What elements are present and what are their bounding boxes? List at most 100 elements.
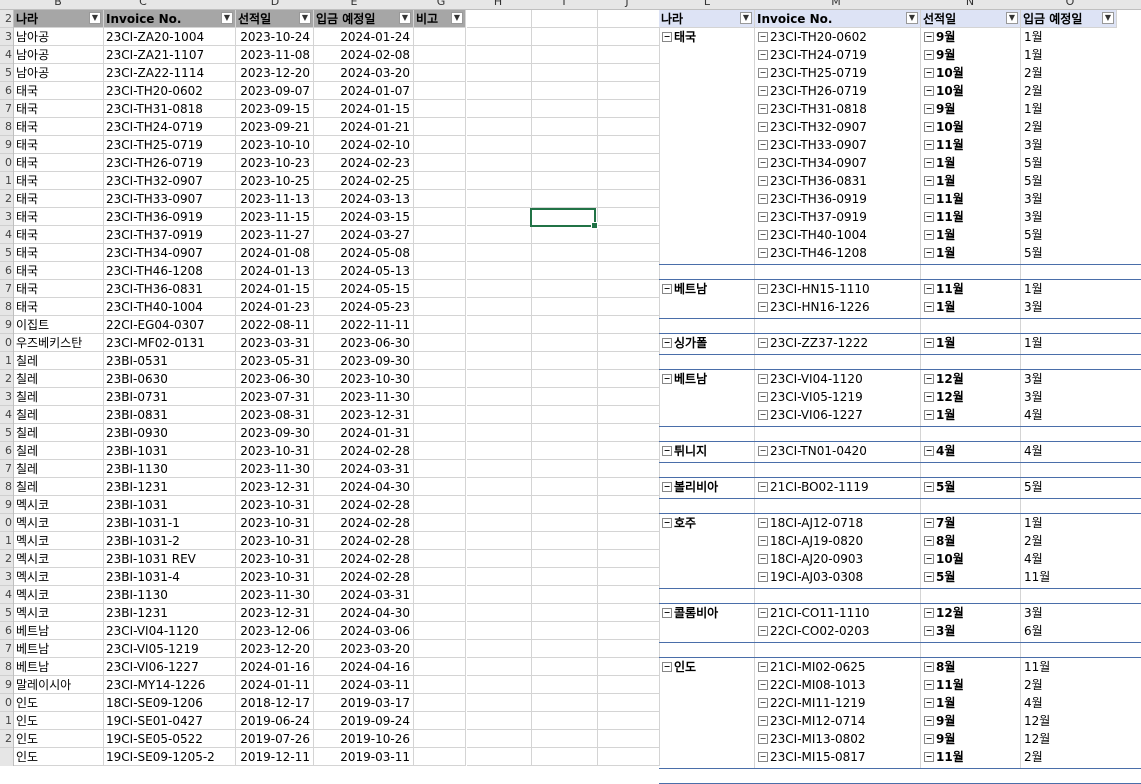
table-cell[interactable]: 23CI-VI05-1219 [104, 640, 236, 658]
row-number[interactable]: 0 [0, 514, 13, 532]
table-cell[interactable]: 23BI-0731 [104, 388, 236, 406]
pivot-header-1[interactable]: Invoice No. ▼ [755, 10, 921, 28]
table-cell[interactable]: 2024-03-20 [314, 64, 414, 82]
table-cell[interactable]: 23BI-1130 [104, 586, 236, 604]
table-cell[interactable] [414, 496, 466, 514]
pivot-ship-month[interactable]: −1월 [921, 226, 1021, 244]
row-number[interactable]: 4 [0, 586, 13, 604]
table-cell[interactable]: 2023-09-15 [236, 100, 314, 118]
table-cell[interactable]: 2024-02-28 [314, 568, 414, 586]
column-letter[interactable]: O [1060, 0, 1080, 8]
collapse-minus-icon[interactable]: − [758, 625, 768, 636]
pivot-ship-month[interactable]: −1월 [921, 298, 1021, 316]
pivot-payment-month[interactable]: 4월 [1021, 550, 1117, 568]
table-cell[interactable]: 칠레 [14, 370, 104, 388]
table-cell[interactable]: 태국 [14, 208, 104, 226]
collapse-minus-icon[interactable]: − [758, 85, 768, 96]
collapse-minus-icon[interactable]: − [924, 625, 934, 636]
pivot-payment-month[interactable]: 12월 [1021, 730, 1117, 748]
pivot-ship-month[interactable]: −7월 [921, 514, 1021, 532]
table-cell[interactable]: 2024-01-15 [314, 100, 414, 118]
table-cell[interactable]: 2019-07-26 [236, 730, 314, 748]
table-cell[interactable] [414, 316, 466, 334]
collapse-minus-icon[interactable]: − [758, 445, 768, 456]
table-cell[interactable]: 2023-11-15 [236, 208, 314, 226]
table-cell[interactable]: 2023-10-31 [236, 532, 314, 550]
left-header-4[interactable]: 비고 ▼ [414, 10, 466, 28]
table-cell[interactable]: 2023-12-31 [236, 478, 314, 496]
table-cell[interactable]: 2024-05-23 [314, 298, 414, 316]
table-cell[interactable]: 23BI-1031 [104, 442, 236, 460]
table-cell[interactable]: 2023-10-31 [236, 514, 314, 532]
table-cell[interactable]: 칠레 [14, 442, 104, 460]
pivot-payment-month[interactable]: 6월 [1021, 622, 1117, 640]
row-number[interactable]: 5 [0, 244, 13, 262]
table-cell[interactable]: 2024-03-27 [314, 226, 414, 244]
collapse-minus-icon[interactable]: − [758, 409, 768, 420]
pivot-ship-month[interactable]: −10월 [921, 64, 1021, 82]
row-number[interactable]: 1 [0, 172, 13, 190]
table-cell[interactable]: 2023-10-31 [236, 568, 314, 586]
row-number[interactable]: 9 [0, 136, 13, 154]
table-cell[interactable] [414, 442, 466, 460]
table-cell[interactable]: 18CI-SE09-1206 [104, 694, 236, 712]
table-cell[interactable] [414, 676, 466, 694]
collapse-minus-icon[interactable]: − [758, 31, 768, 42]
pivot-header-2[interactable]: 선적일 ▼ [921, 10, 1021, 28]
table-cell[interactable]: 23CI-TH25-0719 [104, 136, 236, 154]
pivot-invoice[interactable]: −23CI-TH20-0602 [755, 28, 921, 46]
table-cell[interactable]: 23BI-1031 REV [104, 550, 236, 568]
row-number[interactable]: 1 [0, 532, 13, 550]
table-cell[interactable]: 23CI-ZA22-1114 [104, 64, 236, 82]
collapse-minus-icon[interactable]: − [758, 697, 768, 708]
pivot-invoice[interactable]: −23CI-TH37-0919 [755, 208, 921, 226]
collapse-minus-icon[interactable]: − [758, 67, 768, 78]
pivot-payment-month[interactable]: 2월 [1021, 118, 1117, 136]
collapse-minus-icon[interactable]: − [924, 211, 934, 222]
pivot-payment-month[interactable]: 2월 [1021, 64, 1117, 82]
pivot-ship-month[interactable]: −1월 [921, 244, 1021, 262]
pivot-ship-month[interactable]: −12월 [921, 604, 1021, 622]
table-cell[interactable]: 베트남 [14, 622, 104, 640]
table-cell[interactable]: 23BI-1231 [104, 478, 236, 496]
pivot-ship-month[interactable]: −9월 [921, 730, 1021, 748]
row-number[interactable]: 9 [0, 316, 13, 334]
table-cell[interactable]: 2024-03-11 [314, 676, 414, 694]
pivot-payment-month[interactable]: 3월 [1021, 190, 1117, 208]
column-letter[interactable]: C [133, 0, 153, 8]
table-cell[interactable] [414, 532, 466, 550]
column-letter[interactable]: M [826, 0, 846, 8]
table-cell[interactable]: 23BI-1031-2 [104, 532, 236, 550]
table-cell[interactable]: 2024-02-10 [314, 136, 414, 154]
table-cell[interactable]: 남아공 [14, 64, 104, 82]
table-cell[interactable]: 2024-03-31 [314, 586, 414, 604]
table-cell[interactable]: 태국 [14, 244, 104, 262]
table-cell[interactable]: 23CI-MY14-1226 [104, 676, 236, 694]
table-cell[interactable]: 2024-01-13 [236, 262, 314, 280]
table-cell[interactable]: 2023-06-30 [314, 334, 414, 352]
table-cell[interactable]: 23BI-0930 [104, 424, 236, 442]
table-cell[interactable] [414, 226, 466, 244]
collapse-minus-icon[interactable]: − [758, 175, 768, 186]
pivot-invoice[interactable]: −23CI-TH33-0907 [755, 136, 921, 154]
table-cell[interactable] [414, 478, 466, 496]
table-cell[interactable]: 2019-03-17 [314, 694, 414, 712]
pivot-invoice[interactable]: −18CI-AJ12-0718 [755, 514, 921, 532]
pivot-invoice[interactable]: −19CI-AJ03-0308 [755, 568, 921, 586]
pivot-invoice[interactable]: −23CI-TH40-1004 [755, 226, 921, 244]
table-cell[interactable]: 23CI-TH37-0919 [104, 226, 236, 244]
collapse-minus-icon[interactable]: − [924, 751, 934, 762]
table-cell[interactable] [414, 172, 466, 190]
pivot-ship-month[interactable]: −10월 [921, 550, 1021, 568]
row-number[interactable]: 2 [0, 10, 13, 28]
row-number[interactable]: 5 [0, 64, 13, 82]
table-cell[interactable]: 2023-06-30 [236, 370, 314, 388]
pivot-invoice[interactable]: −23CI-TH31-0818 [755, 100, 921, 118]
table-cell[interactable]: 2024-02-28 [314, 496, 414, 514]
collapse-minus-icon[interactable]: − [924, 283, 934, 294]
table-cell[interactable]: 2024-02-28 [314, 550, 414, 568]
pivot-payment-month[interactable]: 3월 [1021, 604, 1117, 622]
row-number[interactable]: 0 [0, 334, 13, 352]
collapse-minus-icon[interactable]: − [662, 373, 672, 384]
row-number[interactable]: 5 [0, 604, 13, 622]
